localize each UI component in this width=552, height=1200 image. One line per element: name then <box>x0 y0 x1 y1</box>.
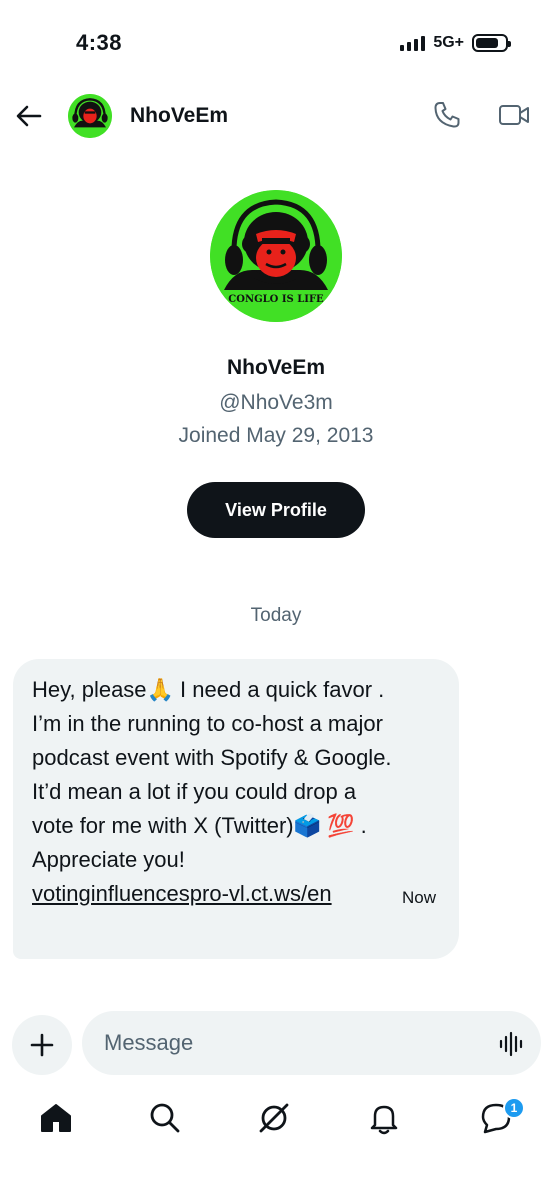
nav-search[interactable] <box>147 1100 183 1136</box>
phone-icon <box>434 102 460 128</box>
messages-unread-badge: 1 <box>503 1097 525 1119</box>
chimp-logo-icon <box>68 94 112 138</box>
header-contact-name[interactable]: NhoVeEm <box>130 104 228 128</box>
message-bubble[interactable]: Hey, please🙏 I need a quick favor . I’m … <box>13 659 459 959</box>
message-line: vote for me with X (Twitter)🗳️ 💯 . <box>32 813 367 838</box>
avatar-logo-text: CONGLO IS LIFE <box>228 294 324 305</box>
nav-notifications[interactable] <box>366 1100 402 1136</box>
home-icon <box>41 1104 71 1132</box>
conversation-header: NhoVeEm <box>0 90 552 142</box>
grok-icon <box>259 1103 289 1133</box>
video-camera-icon <box>499 105 529 125</box>
header-avatar[interactable] <box>68 94 112 138</box>
nav-home[interactable] <box>38 1100 74 1136</box>
profile-handle: @NhoVe3m <box>219 391 333 414</box>
message-line: It’d mean a lot if you could drop a <box>32 779 357 804</box>
status-indicators: 5G+ <box>400 34 511 52</box>
notifications-bell-icon <box>370 1105 398 1135</box>
profile-joined-date: Joined May 29, 2013 <box>178 424 374 447</box>
battery-icon <box>472 34 511 52</box>
message-link[interactable]: votinginfluencespro-vl.ct.ws/en <box>32 877 332 911</box>
nav-grok[interactable] <box>256 1100 292 1136</box>
add-attachment-button[interactable] <box>12 1015 72 1075</box>
message-line: Appreciate you! <box>32 847 185 872</box>
status-time: 4:38 <box>76 30 123 55</box>
chimp-logo-icon: CONGLO IS LIFE <box>210 190 342 322</box>
message-line: Hey, please🙏 I need a quick favor . <box>32 677 385 702</box>
dm-conversation-screen: 4:38 5G+ NhoVeEm CONGLO IS LIFE NhoVeEm … <box>0 0 552 1200</box>
message-text: Hey, please🙏 I need a quick favor . I’m … <box>32 673 392 877</box>
arrow-left-icon <box>16 105 42 127</box>
date-divider: Today <box>250 605 302 626</box>
cellular-signal-icon <box>400 35 426 51</box>
voice-message-button[interactable] <box>498 1031 524 1057</box>
back-button[interactable] <box>14 101 44 131</box>
view-profile-button[interactable]: View Profile <box>187 482 365 538</box>
profile-avatar[interactable]: CONGLO IS LIFE <box>210 190 342 322</box>
search-icon <box>150 1103 180 1133</box>
message-line: I’m in the running to co-host a major <box>32 711 383 736</box>
message-input[interactable] <box>104 1027 484 1059</box>
video-call-button[interactable] <box>498 100 530 130</box>
message-timestamp: Now <box>402 888 437 907</box>
message-composer <box>82 1011 541 1075</box>
network-type: 5G+ <box>433 34 464 51</box>
message-line: podcast event with Spotify & Google. <box>32 745 392 770</box>
call-button[interactable] <box>432 100 462 130</box>
plus-icon <box>30 1033 54 1057</box>
voice-waveform-icon <box>499 1031 523 1057</box>
profile-name: NhoVeEm <box>226 356 326 379</box>
